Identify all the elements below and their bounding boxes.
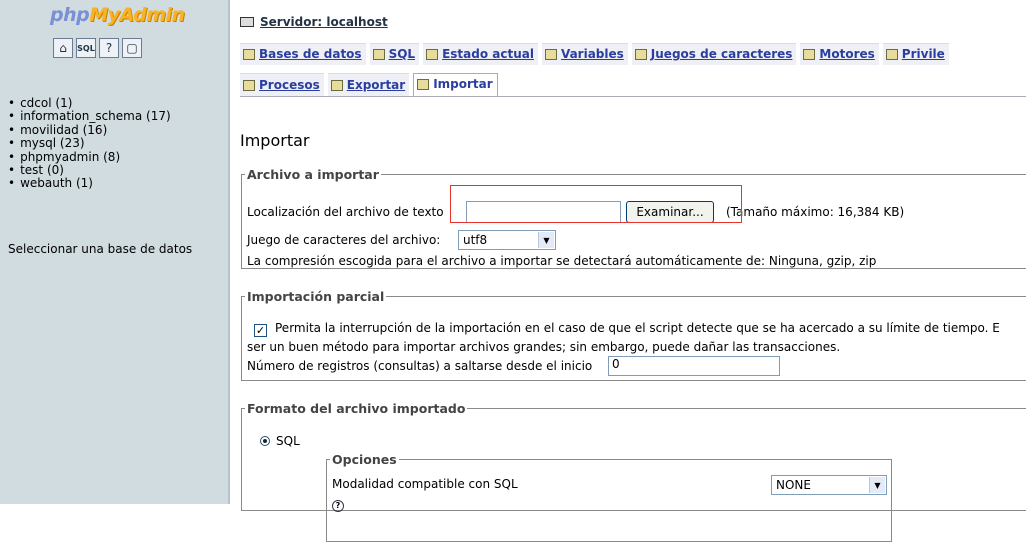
tab-underline: [240, 96, 1026, 97]
main-content: Servidor: localhost Bases de datos SQL E…: [230, 0, 1026, 542]
engines-icon: [803, 48, 816, 60]
variables-icon: [544, 48, 557, 60]
tab-status[interactable]: Estado actual: [423, 43, 538, 65]
database-item-movilidad[interactable]: movilidad (16): [8, 123, 171, 137]
select-database-hint: Seleccionar una base de datos: [8, 242, 193, 256]
databases-icon: [243, 48, 255, 60]
import-icon: [417, 78, 430, 90]
chevron-down-icon: ▼: [869, 477, 885, 493]
help-icon[interactable]: ?: [332, 500, 344, 512]
logo-myadmin-text: MyAdmin: [89, 4, 185, 26]
database-item-test[interactable]: test (0): [8, 163, 171, 177]
sql-compat-select[interactable]: NONE ▼: [771, 475, 887, 495]
compression-note: La compresión escogida para el archivo a…: [247, 254, 877, 268]
format-sql-option[interactable]: SQL: [260, 434, 300, 448]
logo-php-text: php: [50, 4, 90, 26]
tab-label: Variables: [560, 47, 624, 61]
tab-export[interactable]: Exportar: [327, 73, 410, 97]
database-item-phpmyadmin[interactable]: phpmyadmin (8): [8, 150, 171, 164]
tab-processes[interactable]: Procesos: [240, 73, 324, 97]
charset-label: Juego de caracteres del archivo:: [247, 233, 441, 247]
format-sql-radio[interactable]: [260, 436, 270, 446]
tab-label: Estado actual: [442, 47, 534, 61]
options-legend: Opciones: [332, 452, 397, 467]
tab-variables[interactable]: Variables: [541, 43, 628, 65]
database-item-cdcol[interactable]: cdcol (1): [8, 96, 171, 110]
tab-label: SQL: [388, 47, 416, 61]
status-icon: [426, 48, 439, 60]
sql-compat-value: NONE: [776, 478, 811, 492]
home-icon[interactable]: ⌂: [53, 38, 73, 58]
left-navigation-panel: phpMyAdmin ⌂ SQL ? ▢ cdcol (1) informati…: [0, 0, 228, 504]
database-list: cdcol (1) information_schema (17) movili…: [8, 96, 171, 191]
import-format-section: Formato del archivo importado SQL Opcion…: [241, 401, 1026, 542]
page-title: Importar: [240, 131, 310, 150]
tab-label: Importar: [433, 77, 493, 91]
chevron-down-icon: ▼: [538, 232, 554, 248]
options-subsection: Opciones Modalidad compatible con SQL NO…: [326, 452, 892, 542]
tab-privileges[interactable]: Privile: [882, 43, 949, 65]
sql-query-icon[interactable]: SQL: [76, 38, 96, 58]
tab-engines[interactable]: Motores: [800, 43, 879, 65]
tab-label: Procesos: [259, 78, 320, 92]
highlight-annotation: [450, 185, 742, 223]
server-breadcrumb[interactable]: Servidor: localhost: [240, 15, 388, 29]
tab-label: Juegos de caracteres: [650, 47, 793, 61]
processes-icon: [243, 79, 255, 91]
format-section-legend: Formato del archivo importado: [247, 401, 466, 416]
interrupt-note: ser un buen método para importar archivo…: [247, 340, 841, 354]
tab-row-secondary: Procesos Exportar Importar: [240, 73, 498, 97]
server-label: Servidor: localhost: [260, 15, 388, 29]
skip-queries-label: Número de registros (consultas) a saltar…: [247, 359, 593, 373]
tab-label: Privile: [901, 47, 945, 61]
partial-import-section: Importación parcial ✓ Permita la interrup…: [241, 289, 1026, 381]
tab-charsets[interactable]: Juegos de caracteres: [631, 43, 797, 65]
allow-interrupt-checkbox[interactable]: ✓: [254, 324, 267, 337]
export-icon: [330, 79, 343, 91]
sql-compat-label: Modalidad compatible con SQL: [332, 477, 518, 491]
max-size-label: (Tamaño máximo: 16,384 KB): [726, 205, 905, 219]
help-row: ?: [332, 497, 344, 512]
server-icon: [240, 17, 254, 27]
database-item-webauth[interactable]: webauth (1): [8, 177, 171, 191]
file-location-label: Localización del archivo de texto: [247, 205, 444, 219]
tab-label: Exportar: [346, 78, 406, 92]
charset-value: utf8: [463, 233, 488, 247]
skip-queries-input[interactable]: 0: [608, 356, 780, 376]
database-item-information-schema[interactable]: information_schema (17): [8, 109, 171, 123]
file-section-legend: Archivo a importar: [247, 167, 379, 182]
tab-row-primary: Bases de datos SQL Estado actual Variabl…: [240, 43, 949, 65]
database-item-mysql[interactable]: mysql (23): [8, 136, 171, 150]
sidebar-icon-bar: ⌂ SQL ? ▢: [53, 38, 142, 58]
query-window-icon[interactable]: ▢: [122, 38, 142, 58]
privileges-icon: [885, 48, 898, 60]
format-sql-label: SQL: [276, 434, 300, 448]
tab-sql[interactable]: SQL: [369, 43, 420, 65]
tab-label: Bases de datos: [259, 47, 362, 61]
tab-databases[interactable]: Bases de datos: [240, 43, 366, 65]
tab-label: Motores: [819, 47, 875, 61]
sql-icon: [372, 48, 385, 60]
phpmyadmin-logo[interactable]: phpMyAdmin: [50, 4, 185, 26]
charset-select[interactable]: utf8 ▼: [458, 230, 556, 250]
tab-import[interactable]: Importar: [413, 73, 498, 97]
allow-interrupt-label: Permita la interrupción de la importació…: [275, 321, 1000, 335]
partial-section-legend: Importación parcial: [247, 289, 385, 304]
docs-icon[interactable]: ?: [99, 38, 119, 58]
charsets-icon: [634, 48, 647, 60]
allow-interrupt-row: ✓ Permita la interrupción de la importaci…: [254, 321, 1000, 337]
